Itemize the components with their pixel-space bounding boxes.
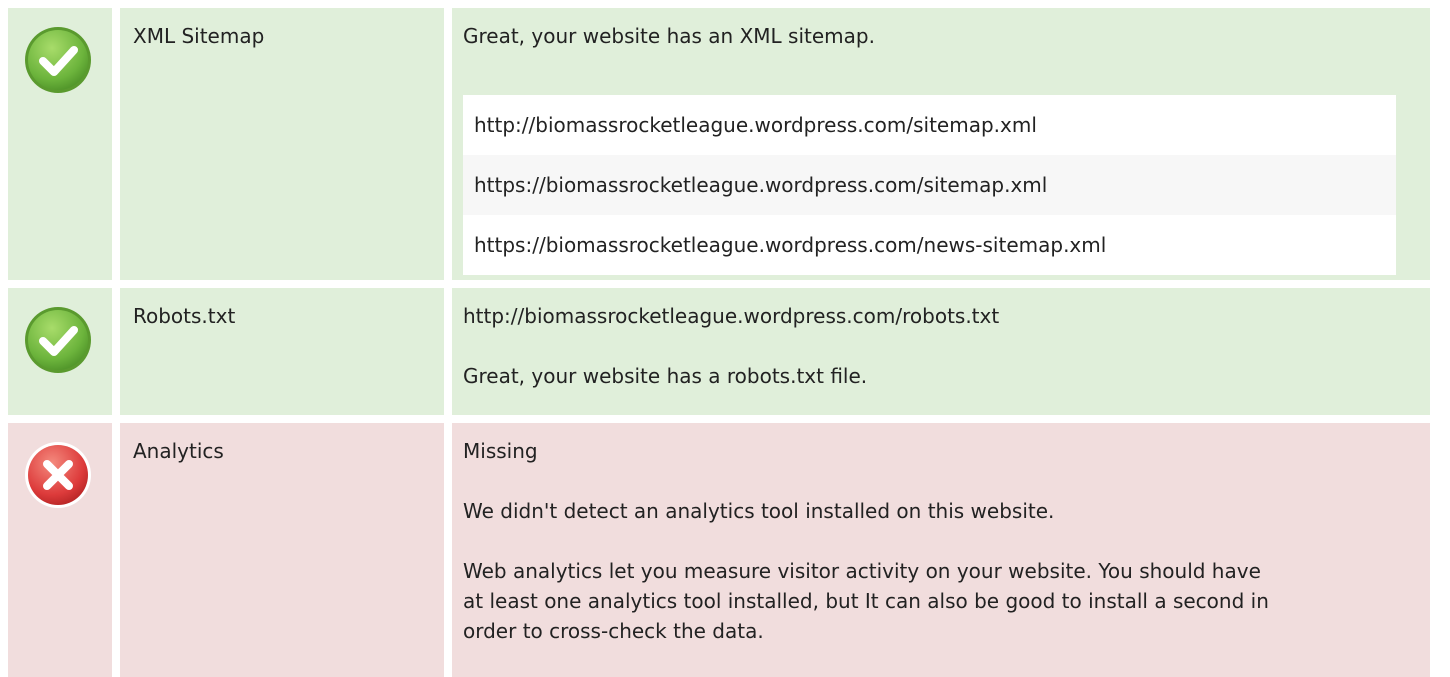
check-label-cell: Robots.txt [120, 288, 444, 415]
sitemap-url[interactable]: http://biomassrocketleague.wordpress.com… [463, 95, 1396, 155]
check-label-cell: XML Sitemap [120, 8, 444, 280]
error-circle-icon [25, 442, 91, 508]
check-content-cell: Great, your website has an XML sitemap. … [452, 8, 1430, 280]
status-cell [8, 423, 112, 677]
check-summary: We didn't detect an analytics tool insta… [463, 499, 1055, 523]
sitemap-url[interactable]: https://biomassrocketleague.wordpress.co… [463, 215, 1396, 275]
check-circle-icon [25, 27, 91, 93]
sitemap-list: http://biomassrocketleague.wordpress.com… [463, 95, 1396, 275]
sitemap-url[interactable]: https://biomassrocketleague.wordpress.co… [463, 155, 1396, 215]
status-cell [8, 288, 112, 415]
check-label: Robots.txt [133, 304, 236, 328]
check-circle-icon [25, 307, 91, 373]
status-cell [8, 8, 112, 280]
check-content-cell: http://biomassrocketleague.wordpress.com… [452, 288, 1430, 415]
check-label: XML Sitemap [133, 24, 265, 48]
check-label-cell: Analytics [120, 423, 444, 677]
check-headline: Missing [463, 439, 538, 463]
seo-report: XML Sitemap Great, your website has an X… [0, 0, 1450, 677]
check-row-analytics: Analytics Missing We didn't detect an an… [0, 423, 1450, 677]
check-row-xml-sitemap: XML Sitemap Great, your website has an X… [0, 8, 1450, 280]
check-label: Analytics [133, 439, 224, 463]
check-row-robots-txt: Robots.txt http://biomassrocketleague.wo… [0, 288, 1450, 415]
check-advice: Web analytics let you measure visitor ac… [463, 559, 1269, 643]
check-content-cell: Missing We didn't detect an analytics to… [452, 423, 1430, 677]
check-summary: Great, your website has an XML sitemap. [463, 24, 875, 48]
robots-url[interactable]: http://biomassrocketleague.wordpress.com… [463, 301, 999, 331]
check-summary: Great, your website has a robots.txt fil… [463, 364, 868, 388]
